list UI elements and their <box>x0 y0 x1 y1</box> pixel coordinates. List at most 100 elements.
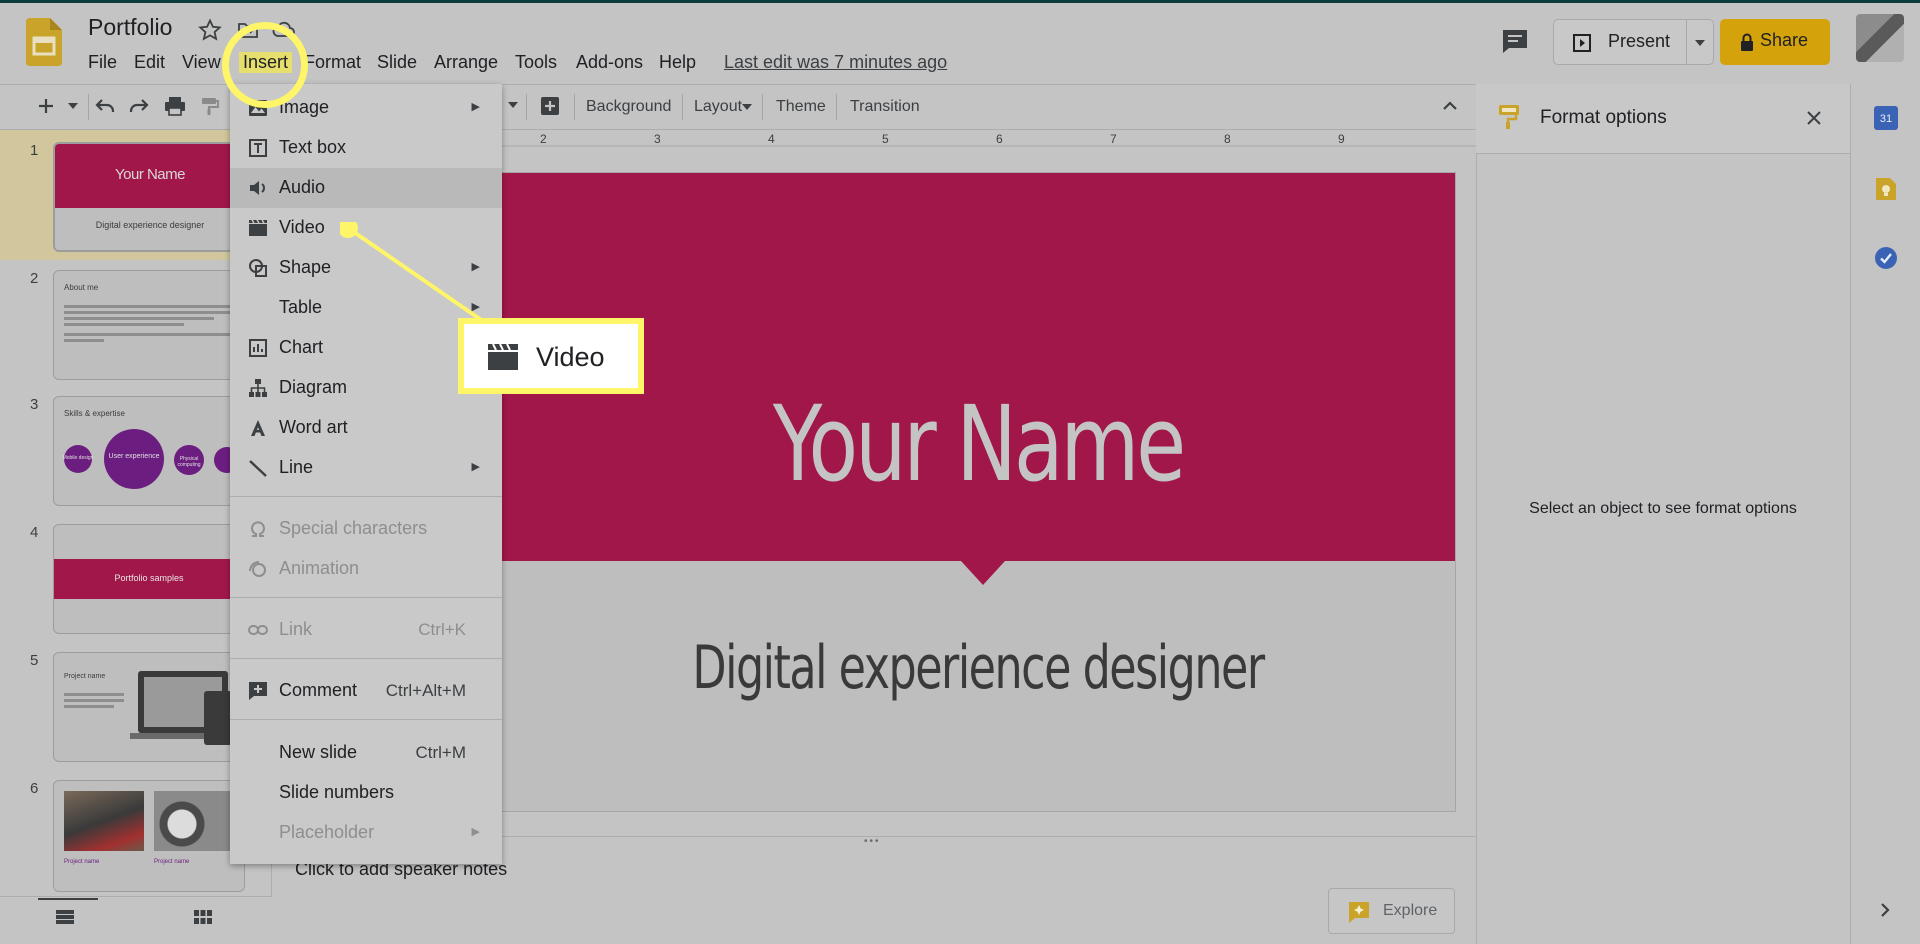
slide-thumbnail-6[interactable]: Project name Project name <box>53 780 245 892</box>
present-label: Present <box>1608 31 1671 51</box>
link-icon <box>248 625 268 635</box>
ruler-tick-label: 2 <box>540 132 547 146</box>
collapse-toolbar-icon[interactable] <box>1442 100 1458 110</box>
paint-format-icon[interactable] <box>200 96 220 116</box>
layout-dropdown-icon[interactable] <box>742 104 752 110</box>
thumb-text-line <box>64 693 124 696</box>
menu-file[interactable]: File <box>88 52 117 73</box>
close-icon[interactable] <box>1806 110 1822 126</box>
menu-separator <box>230 719 502 720</box>
insert-menu-placeholder[interactable]: Placeholder ▶ <box>230 813 502 853</box>
ruler-tick-label: 9 <box>1338 132 1345 146</box>
menu-item-label: Audio <box>279 177 326 197</box>
share-button[interactable]: Share <box>1720 19 1830 65</box>
insert-menu-audio[interactable]: Audio <box>230 168 502 208</box>
menu-format[interactable]: Format <box>304 52 361 73</box>
format-options-message: Select an object to see format options <box>1529 500 1797 517</box>
menu-item-shortcut: Ctrl+M <box>415 743 466 762</box>
insert-menu-new-slide[interactable]: New slide Ctrl+M <box>230 733 502 773</box>
menu-slide[interactable]: Slide <box>377 52 417 73</box>
menu-item-label: Text box <box>279 137 347 157</box>
redo-icon[interactable] <box>128 96 150 116</box>
lock-icon <box>1741 33 1753 51</box>
new-slide-dropdown-icon[interactable] <box>68 103 78 109</box>
account-avatar[interactable] <box>1856 14 1904 62</box>
callout-pointer <box>340 222 492 328</box>
slide-thumbnail-3[interactable]: Skills & expertise Mobile design User ex… <box>53 396 245 506</box>
insert-menu-link[interactable]: Link Ctrl+K <box>230 610 502 650</box>
slide-thumbnail-1[interactable]: Your Name Digital experience designer <box>53 142 245 252</box>
submenu-arrow-icon: ▶ <box>471 826 480 838</box>
menu-separator <box>230 597 502 598</box>
comments-icon[interactable] <box>1500 28 1530 56</box>
menu-separator <box>230 496 502 497</box>
document-title[interactable]: Portfolio <box>88 14 172 41</box>
present-button[interactable]: Present <box>1553 19 1687 65</box>
drag-handle-icon[interactable]: ••• <box>864 836 881 847</box>
star-icon[interactable] <box>198 18 222 42</box>
filmstrip-view-icon[interactable] <box>56 910 74 924</box>
submenu-arrow-icon: ▶ <box>471 101 480 113</box>
thumb-text-line <box>64 317 214 320</box>
grid-view-icon[interactable] <box>194 910 212 924</box>
slide-title[interactable]: Your Name <box>606 383 1350 505</box>
insert-menu-animation[interactable]: Animation <box>230 549 502 589</box>
view-toggle-bar <box>0 896 272 944</box>
callout-label: Video <box>536 342 605 372</box>
menu-arrange[interactable]: Arrange <box>434 52 498 73</box>
slides-logo-icon[interactable] <box>26 18 62 66</box>
insert-menu-text-box[interactable]: Text box <box>230 128 502 168</box>
insert-menu-line[interactable]: Line ▶ <box>230 448 502 488</box>
insert-menu-special-characters[interactable]: Special characters <box>230 509 502 549</box>
keep-icon[interactable] <box>1874 176 1898 202</box>
slide-thumbnail-2[interactable]: About me <box>53 270 245 380</box>
slide-thumbnail-5[interactable]: Project name <box>53 652 245 762</box>
insert-comment-icon[interactable] <box>540 96 560 116</box>
menu-tools[interactable]: Tools <box>515 52 557 73</box>
insert-menu-word-art[interactable]: Word art <box>230 408 502 448</box>
slide-canvas[interactable]: Your Name Digital experience designer <box>500 172 1456 812</box>
video-icon <box>488 344 518 370</box>
calendar-icon[interactable]: 31 <box>1874 106 1898 130</box>
menu-help[interactable]: Help <box>659 52 696 73</box>
thumb-bubble-label: Physical computing <box>177 456 201 468</box>
menu-add-ons[interactable]: Add-ons <box>576 52 643 73</box>
background-button[interactable]: Background <box>586 98 671 116</box>
omega-icon <box>251 521 265 537</box>
word-art-icon <box>251 420 265 436</box>
thumb-caption: Project name <box>64 859 100 865</box>
last-edit-link[interactable]: Last edit was 7 minutes ago <box>724 52 947 73</box>
insert-menu-slide-numbers[interactable]: Slide numbers <box>230 773 502 813</box>
insert-menu-comment[interactable]: Comment Ctrl+Alt+M <box>230 671 502 711</box>
slide-number: 5 <box>30 652 39 669</box>
toolbar-separator <box>526 94 527 120</box>
toolbar-dropdown-icon[interactable] <box>508 102 518 108</box>
menu-item-label: Placeholder <box>279 822 375 842</box>
present-dropdown-button[interactable] <box>1686 19 1714 65</box>
toolbar-separator <box>836 94 837 120</box>
ruler-tick-label: 6 <box>996 132 1003 146</box>
theme-button[interactable]: Theme <box>776 98 826 116</box>
transition-button[interactable]: Transition <box>850 98 920 116</box>
tasks-icon[interactable] <box>1874 246 1898 270</box>
thumb-text-line <box>64 339 104 342</box>
chart-icon <box>249 339 267 357</box>
ruler <box>500 130 1476 152</box>
undo-icon[interactable] <box>94 96 116 116</box>
ruler-tick-label: 3 <box>654 132 661 146</box>
menu-edit[interactable]: Edit <box>134 52 165 73</box>
menu-item-label: Video <box>279 217 325 237</box>
menu-item-label: Word art <box>279 417 348 437</box>
print-icon[interactable] <box>164 96 186 116</box>
explore-button[interactable]: Explore <box>1328 888 1455 934</box>
format-paint-icon <box>1498 104 1520 130</box>
new-slide-plus-icon[interactable] <box>36 96 56 116</box>
slide-subtitle[interactable]: Digital experience designer <box>625 633 1331 703</box>
menu-view[interactable]: View <box>182 52 221 73</box>
layout-button[interactable]: Layout <box>694 98 742 116</box>
ruler-tick-label: 4 <box>768 132 775 146</box>
menu-separator <box>230 658 502 659</box>
expand-panel-icon[interactable] <box>1880 902 1890 918</box>
slide-thumbnail-4[interactable]: Portfolio samples <box>53 524 245 634</box>
menu-insert[interactable]: Insert <box>239 52 293 73</box>
